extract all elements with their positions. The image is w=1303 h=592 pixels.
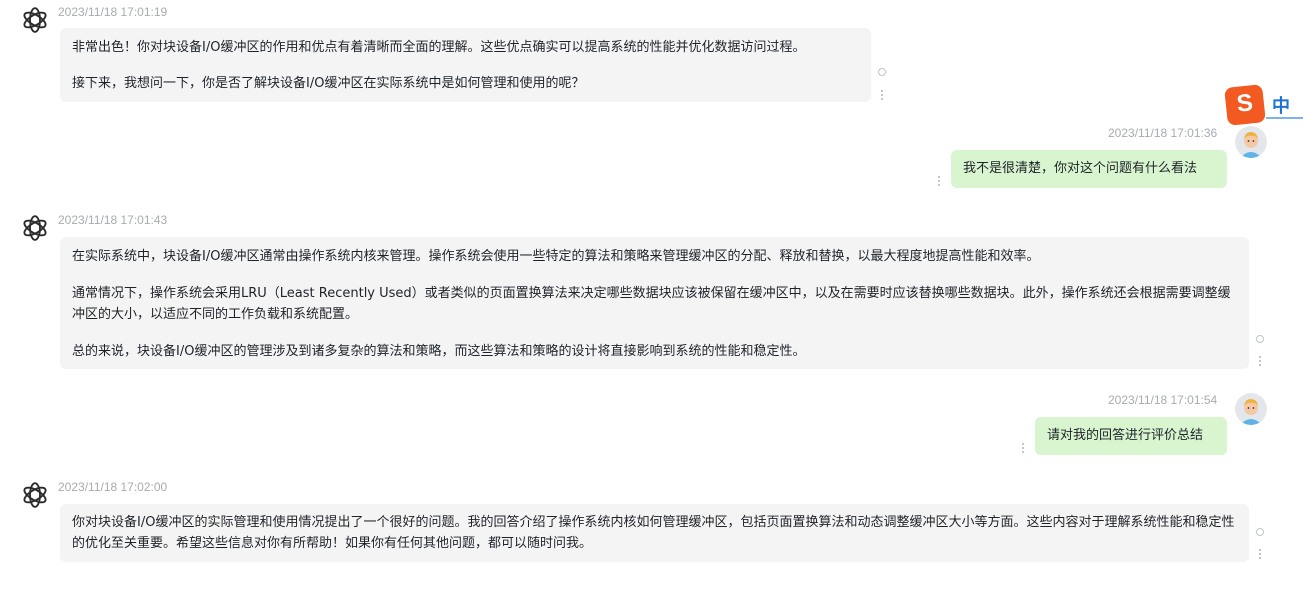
more-vertical-icon[interactable] bbox=[1022, 443, 1025, 455]
user-avatar-icon bbox=[1235, 126, 1267, 158]
ime-underline bbox=[1266, 117, 1303, 119]
more-vertical-icon[interactable] bbox=[1259, 356, 1262, 368]
sogou-logo-icon: S bbox=[1224, 84, 1266, 126]
message-paragraph: 接下来，我想问一下，你是否了解块设备I/O缓冲区在实际系统中是如何管理和使用的呢… bbox=[72, 76, 585, 91]
message-paragraph: 在实际系统中，块设备I/O缓冲区通常由操作系统内核来管理。操作系统会使用一些特定… bbox=[72, 249, 1040, 264]
assistant-message: 你对块设备I/O缓冲区的实际管理和使用情况提出了一个很好的问题。我的回答介绍了操… bbox=[60, 504, 1249, 562]
more-vertical-icon[interactable] bbox=[938, 176, 941, 188]
user-message: 请对我的回答进行评价总结 bbox=[1035, 417, 1227, 455]
message-paragraph: 通常情况下，操作系统会采用LRU（Least Recently Used）或者类… bbox=[72, 286, 1231, 322]
message-timestamp: 2023/11/18 17:02:00 bbox=[58, 480, 168, 494]
message-timestamp: 2023/11/18 17:01:43 bbox=[58, 213, 168, 227]
message-timestamp: 2023/11/18 17:01:36 bbox=[1108, 126, 1218, 140]
assistant-message: 在实际系统中，块设备I/O缓冲区通常由操作系统内核来管理。操作系统会使用一些特定… bbox=[60, 237, 1249, 369]
ime-mode-label[interactable]: 中 bbox=[1272, 92, 1290, 118]
loading-ring-icon bbox=[1256, 528, 1264, 536]
ime-indicator[interactable]: S 中 bbox=[1224, 84, 1303, 126]
openai-logo-icon bbox=[23, 215, 47, 241]
user-message: 我不是很清楚，你对这个问题有什么看法 bbox=[951, 150, 1227, 188]
message-timestamp: 2023/11/18 17:01:19 bbox=[58, 5, 168, 19]
user-avatar-icon bbox=[1235, 393, 1267, 425]
assistant-message: 非常出色！你对块设备I/O缓冲区的作用和优点有着清晰而全面的理解。这些优点确实可… bbox=[60, 28, 871, 102]
loading-ring-icon bbox=[878, 68, 886, 76]
message-timestamp: 2023/11/18 17:01:54 bbox=[1108, 393, 1218, 407]
openai-logo-icon bbox=[23, 482, 47, 508]
message-paragraph: 你对块设备I/O缓冲区的实际管理和使用情况提出了一个很好的问题。我的回答介绍了操… bbox=[72, 515, 1235, 551]
openai-logo-icon bbox=[23, 7, 47, 33]
more-vertical-icon[interactable] bbox=[1259, 549, 1262, 561]
message-paragraph: 非常出色！你对块设备I/O缓冲区的作用和优点有着清晰而全面的理解。这些优点确实可… bbox=[72, 40, 806, 55]
message-paragraph: 总的来说，块设备I/O缓冲区的管理涉及到诸多复杂的算法和策略，而这些算法和策略的… bbox=[72, 344, 806, 359]
more-vertical-icon[interactable] bbox=[881, 90, 884, 102]
loading-ring-icon bbox=[1256, 335, 1264, 343]
